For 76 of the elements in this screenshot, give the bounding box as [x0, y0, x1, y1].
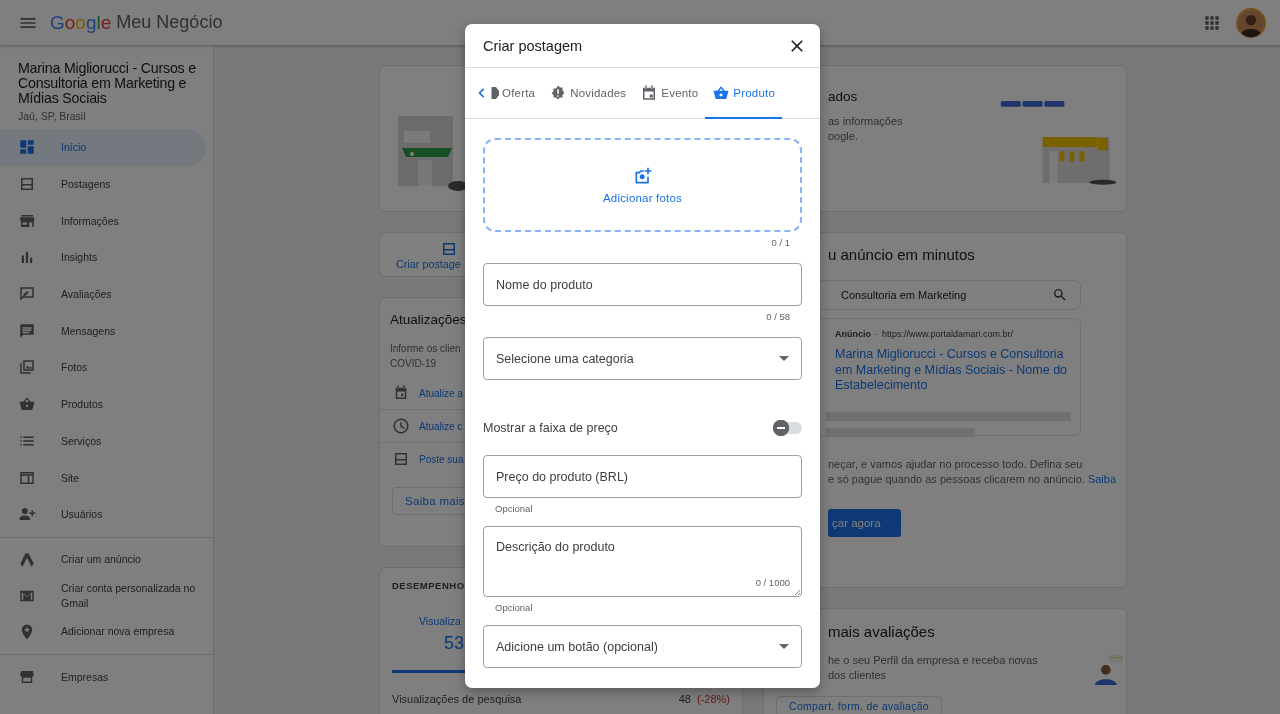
- nav-item[interactable]: Empresas: [0, 658, 206, 696]
- nav-item[interactable]: Insights: [0, 239, 206, 276]
- text-field[interactable]: Preço do produto (BRL): [483, 455, 802, 498]
- toggle-label: Mostrar a faixa de preço: [483, 421, 618, 435]
- nav-item[interactable]: Mensagens: [0, 312, 206, 350]
- card-title: Atualizações: [389, 312, 468, 327]
- nav-icon: [18, 358, 36, 377]
- post-type-tab[interactable]: Produto: [705, 68, 782, 119]
- character-counter: 0 / 1000: [755, 577, 790, 588]
- text-field[interactable]: Nome do produto: [483, 263, 802, 306]
- caret-icon: [779, 356, 789, 361]
- resize-handle-icon[interactable]: [793, 588, 801, 596]
- post-type-tab[interactable]: Oferta: [490, 68, 543, 119]
- nav-item[interactable]: Usuários: [0, 495, 206, 533]
- metric-count: 48: [678, 693, 691, 705]
- product-name: Meu Negócio: [116, 12, 223, 33]
- update-link[interactable]: Atualize c: [419, 420, 463, 432]
- section-heading: DESEMPENHO: [391, 580, 466, 591]
- nav-item[interactable]: Avaliações: [0, 275, 206, 313]
- update-link[interactable]: Poste sua: [419, 453, 464, 465]
- nav-item[interactable]: Site: [0, 459, 206, 496]
- nav-item[interactable]: Adicionar nova empresa: [0, 613, 206, 650]
- card-text: e só pague quando as pessoas clicarem no anúncio.: [828, 473, 1085, 485]
- nav-item[interactable]: Criar conta personalizada no Gmail: [0, 577, 206, 614]
- separator: ·: [875, 329, 878, 339]
- nav-item[interactable]: Informações: [0, 202, 206, 240]
- nav-item[interactable]: Produtos: [0, 385, 206, 423]
- card-text: Informe os clien: [390, 342, 461, 356]
- business-name: Marina Migliorucci - Cursos e Consultoria em Marketing e Mídias Sociais: [17, 61, 197, 106]
- start-button[interactable]: çar agora: [828, 509, 901, 537]
- nav-item[interactable]: Criar um anúncio: [0, 541, 206, 578]
- character-counter: 0 / 1: [770, 236, 791, 250]
- ad-label: Anúncio: [835, 329, 871, 339]
- toggle-switch[interactable]: [774, 422, 802, 434]
- update-icon: [392, 417, 410, 435]
- card-text: neçar, e vamos ajudar no processo todo. Defina seu: [828, 457, 1083, 472]
- dialog-title: Criar postagem: [483, 37, 583, 54]
- card-text: dos clientes: [828, 668, 887, 683]
- ad-url: https://www.portaldamari.com.br/: [882, 329, 1014, 339]
- helper-text: Opcional: [494, 601, 534, 615]
- update-link[interactable]: Atualize a: [419, 387, 463, 399]
- learn-more-link[interactable]: Saiba: [1087, 473, 1117, 485]
- helper-text: Opcional: [494, 502, 534, 516]
- nav-icon: [18, 321, 36, 340]
- card-text: oogle.: [828, 129, 858, 144]
- metric-change: (-28%): [697, 693, 730, 705]
- ad-title[interactable]: Marina Migliorucci - Cursos e Consultoria em Marketing e Mídias Sociais - Nome do Estabelecimento: [835, 347, 1075, 394]
- card-text: COVID-19: [390, 357, 437, 371]
- metric-value: 53: [444, 633, 465, 654]
- caret-icon: [779, 644, 789, 649]
- card-text: as informações: [828, 114, 903, 129]
- character-counter: 0 / 58: [765, 310, 791, 324]
- logo[interactable]: Google: [50, 11, 112, 34]
- card-title: mais avaliações: [827, 623, 936, 640]
- nav-item[interactable]: Fotos: [0, 349, 206, 386]
- nav-item[interactable]: Início: [0, 129, 206, 166]
- nav-icon: [18, 138, 36, 157]
- metric-name: Visualizações de pesquisa: [392, 693, 522, 705]
- post-type-tab[interactable]: Novidades: [542, 68, 634, 119]
- nav-icon: [18, 550, 36, 569]
- update-icon: [392, 450, 410, 468]
- share-form-button[interactable]: Compart. form. de avaliação: [776, 696, 942, 714]
- business-location: Jaú, SP, Brasil: [17, 109, 87, 124]
- nav-icon: [18, 285, 36, 304]
- card-title: ados: [828, 89, 858, 104]
- card-title: u anúncio em minutos: [827, 246, 976, 263]
- card-text: he o seu Perfil da empresa e receba novas: [828, 653, 1038, 668]
- search-icon: [1052, 287, 1068, 303]
- nav-item[interactable]: Serviços: [0, 422, 206, 460]
- search-query: Consultoria em Marketing: [841, 289, 968, 301]
- metric-label: Visualiza: [419, 615, 461, 627]
- dropdown[interactable]: Adicione um botão (opcional): [483, 625, 802, 668]
- avatar[interactable]: [1236, 7, 1266, 38]
- photo-upload-area[interactable]: Adicionar fotos: [483, 138, 802, 232]
- dropdown[interactable]: Selecione uma categoria: [483, 337, 802, 380]
- post-type-tab[interactable]: Evento: [633, 68, 706, 119]
